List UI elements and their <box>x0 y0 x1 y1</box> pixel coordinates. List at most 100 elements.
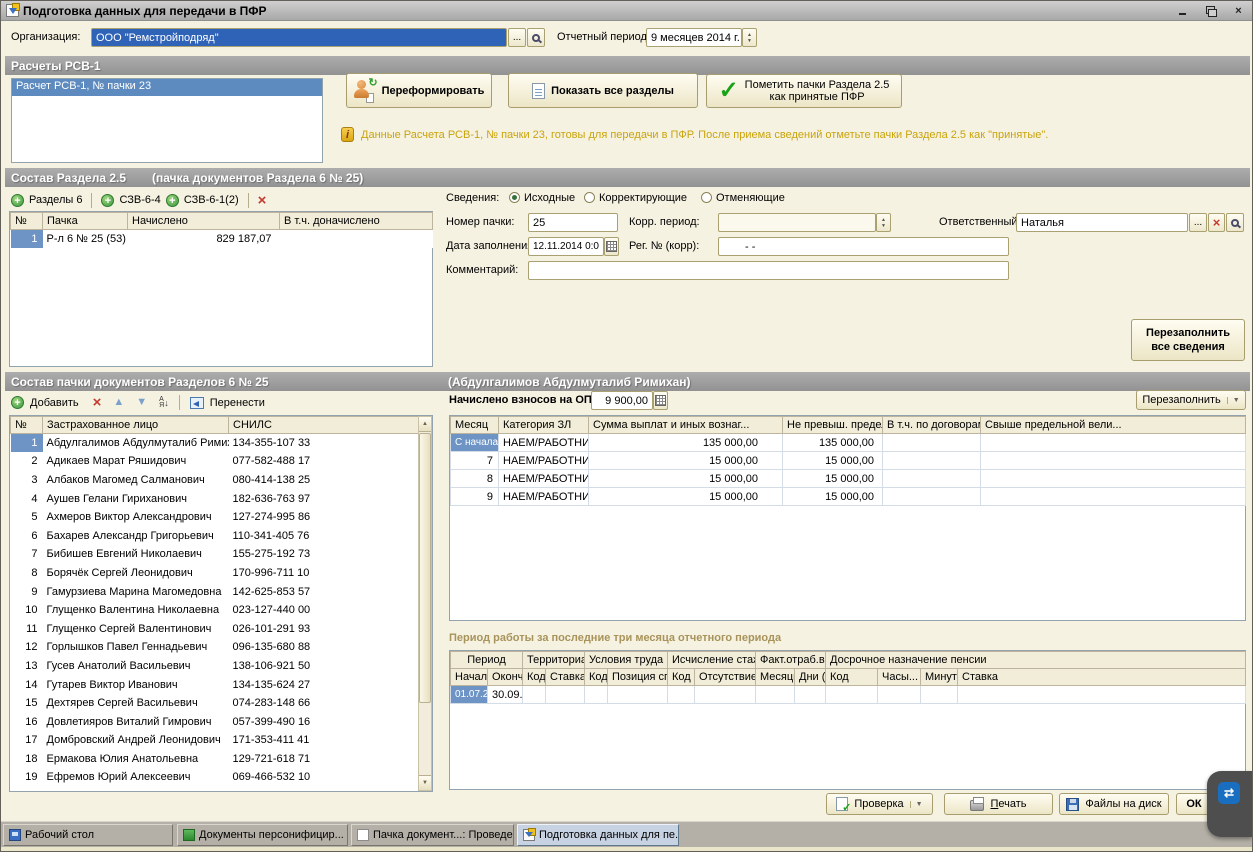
period-table[interactable]: ПериодТерриториаль...Условия трудаИсчисл… <box>450 651 1246 704</box>
period-col-header[interactable]: Код <box>585 669 608 686</box>
move-up-icon[interactable]: ▲ <box>113 397 124 408</box>
scroll-thumb[interactable] <box>419 433 431 703</box>
organization-search-button[interactable] <box>527 28 545 47</box>
period-group-header[interactable]: Период <box>451 652 523 669</box>
pack-num-field[interactable]: 25 <box>528 213 618 232</box>
person-row[interactable]: 1Абдулгалимов Абдулмуталиб Римихан134-35… <box>11 434 420 453</box>
persons-col-num[interactable]: № <box>11 417 43 434</box>
report-period-spinner[interactable]: ▲ ▼ <box>742 28 757 47</box>
reg-num-field[interactable]: - - <box>718 237 1009 256</box>
period-group-header[interactable]: Условия труда <box>585 652 668 669</box>
sort-button[interactable]: АЯ ↓ <box>159 397 169 409</box>
person-row[interactable]: 8Борячёк Сергей Леонидович170-996-711 10 <box>11 564 420 583</box>
payments-col-category[interactable]: Категория ЗЛ <box>499 417 589 434</box>
spinner-down-icon[interactable]: ▼ <box>747 38 752 44</box>
organization-field[interactable]: ООО "Ремстройподряд" <box>91 28 507 47</box>
period-group-header[interactable]: Досрочное назначение пенсии <box>826 652 1246 669</box>
person-row[interactable]: 12Горлышков Павел Геннадьевич096-135-680… <box>11 638 420 657</box>
delete-pack-icon[interactable]: × <box>258 194 267 207</box>
persons-col-snils[interactable]: СНИЛС <box>229 417 420 434</box>
radio-korrekt[interactable] <box>584 192 595 203</box>
taskbar-tab-documents[interactable]: Документы персонифицир... <box>177 824 348 846</box>
taskbar-tab-pfr[interactable]: Подготовка данных для пе... <box>517 824 679 846</box>
person-row[interactable]: 4Аушев Гелани Гириханович182-636-763 97 <box>11 489 420 508</box>
spinner-down-icon[interactable]: ▼ <box>881 223 886 229</box>
payments-col-limit[interactable]: Не превыш. предельную... <box>783 417 883 434</box>
report-period-field[interactable]: 9 месяцев 2014 г. <box>646 28 742 47</box>
period-group-header[interactable]: Исчисление стажа <box>668 652 756 669</box>
radio-otmen-label[interactable]: Отменяющие <box>716 192 785 204</box>
move-down-icon[interactable]: ▼ <box>136 397 147 408</box>
rsv-list[interactable]: Расчет РСВ-1, № пачки 23 <box>11 78 323 163</box>
radio-ishodnye[interactable] <box>509 192 520 203</box>
responsible-search-button[interactable] <box>1226 213 1244 232</box>
corr-period-spinner[interactable]: ▲ ▼ <box>876 213 891 232</box>
period-col-header[interactable]: Месяцы... <box>756 669 795 686</box>
rsv-list-item[interactable]: Расчет РСВ-1, № пачки 23 <box>12 79 322 96</box>
add-szv64-icon[interactable]: + <box>101 194 114 207</box>
packs-col-pack[interactable]: Пачка <box>43 213 128 230</box>
person-row[interactable]: 11Глущенко Сергей Валентинович026-101-29… <box>11 619 420 638</box>
payments-col-over[interactable]: Свыше предельной вели... <box>981 417 1246 434</box>
pack-row[interactable]: 1 Р-л 6 № 25 (53) 829 187,07 <box>11 230 433 248</box>
period-col-header[interactable]: Код <box>826 669 878 686</box>
organization-ellipsis-button[interactable]: ... <box>508 28 526 47</box>
files-to-disk-button[interactable]: Файлы на диск <box>1059 793 1169 815</box>
check-button[interactable]: ✓ Проверка ▼ <box>826 793 933 815</box>
person-row[interactable]: 13Гусев Анатолий Васильевич138-106-921 5… <box>11 657 420 676</box>
period-group-header[interactable]: Территориаль... <box>523 652 585 669</box>
responsible-clear-button[interactable]: × <box>1208 213 1225 232</box>
period-col-header[interactable]: Начало <box>451 669 488 686</box>
payment-row[interactable]: 9НАЕМ/РАБОТНИК15 000,0015 000,00 <box>451 488 1246 506</box>
delete-person-icon[interactable]: × <box>93 396 102 409</box>
scroll-down-icon[interactable]: ▼ <box>419 775 431 790</box>
period-col-header[interactable]: Минуты <box>921 669 958 686</box>
packs-col-extra[interactable]: В т.ч. доначислено <box>280 213 433 230</box>
ops-field[interactable]: 9 900,00 <box>591 391 653 410</box>
period-col-header[interactable]: Код <box>668 669 695 686</box>
transfer-label[interactable]: Перенести <box>210 397 265 409</box>
add-szv64-label[interactable]: СЗВ-6-4 <box>119 194 160 206</box>
person-row[interactable]: 18Ермакова Юлия Анатольевна129-721-618 7… <box>11 750 420 769</box>
person-row[interactable]: 2Адикаев Марат Ряшидович077-582-488 17 <box>11 452 420 471</box>
persons-table[interactable]: № Застрахованное лицо СНИЛС 1Абдулгалимо… <box>10 416 420 787</box>
payments-table[interactable]: Месяц Категория ЗЛ Сумма выплат и иных в… <box>450 416 1246 506</box>
minimize-button[interactable] <box>1175 4 1190 18</box>
add-razdely6-label[interactable]: Разделы 6 <box>29 194 82 206</box>
add-szv61-icon[interactable]: + <box>166 194 179 207</box>
payment-row[interactable]: С начала годаНАЕМ/РАБОТНИК135 000,00135 … <box>451 434 1246 452</box>
payments-col-gph[interactable]: В т.ч. по договорам ГПХ <box>883 417 981 434</box>
ops-calc-button[interactable] <box>653 391 668 410</box>
refill-all-button[interactable]: Перезаполнитьвсе сведения <box>1131 319 1245 361</box>
period-group-header[interactable]: Факт.отраб.время <box>756 652 826 669</box>
print-button[interactable]: Печать <box>944 793 1053 815</box>
taskbar-tab-pack[interactable]: Пачка документ...: Проведен <box>351 824 514 846</box>
packs-col-accrued[interactable]: Начислено <box>128 213 280 230</box>
responsible-field[interactable]: Наталья <box>1016 213 1188 232</box>
person-row[interactable]: 3Албаков Магомед Салманович080-414-138 2… <box>11 471 420 490</box>
reform-button[interactable]: ↻ Переформировать <box>346 73 492 108</box>
payments-col-month[interactable]: Месяц <box>451 417 499 434</box>
fill-date-calendar-button[interactable] <box>604 237 619 256</box>
comment-field[interactable] <box>528 261 1009 280</box>
person-row[interactable]: 7Бибишев Евгений Николаевич155-275-192 7… <box>11 545 420 564</box>
period-col-header[interactable]: Отсутствие <box>695 669 756 686</box>
restore-button[interactable] <box>1203 4 1218 18</box>
period-col-header[interactable]: Часы... <box>878 669 921 686</box>
radio-otmen[interactable] <box>701 192 712 203</box>
fill-date-field[interactable]: 12.11.2014 0:0 <box>528 237 604 256</box>
person-row[interactable]: 9Гамурзиева Марина Магомедовна142-625-85… <box>11 582 420 601</box>
add-person-label[interactable]: Добавить <box>30 397 79 409</box>
person-row[interactable]: 16Довлетияров Виталий Гимрович057-399-49… <box>11 712 420 731</box>
period-col-header[interactable]: Ставка <box>546 669 585 686</box>
packs-col-num[interactable]: № <box>11 213 43 230</box>
period-col-header[interactable]: Код <box>523 669 546 686</box>
person-row[interactable]: 6Бахарев Александр Григорьевич110-341-40… <box>11 526 420 545</box>
person-row[interactable]: 10Глущенко Валентина Николаевна023-127-4… <box>11 601 420 620</box>
add-person-icon[interactable]: + <box>11 396 24 409</box>
person-row[interactable]: 15Дехтярев Сергей Васильевич074-283-148 … <box>11 694 420 713</box>
show-all-sections-button[interactable]: Показать все разделы <box>508 73 698 108</box>
payments-col-sum[interactable]: Сумма выплат и иных вознаг... <box>589 417 783 434</box>
period-col-header[interactable]: Позиция списка <box>608 669 668 686</box>
period-col-header[interactable]: Оконча... <box>488 669 523 686</box>
